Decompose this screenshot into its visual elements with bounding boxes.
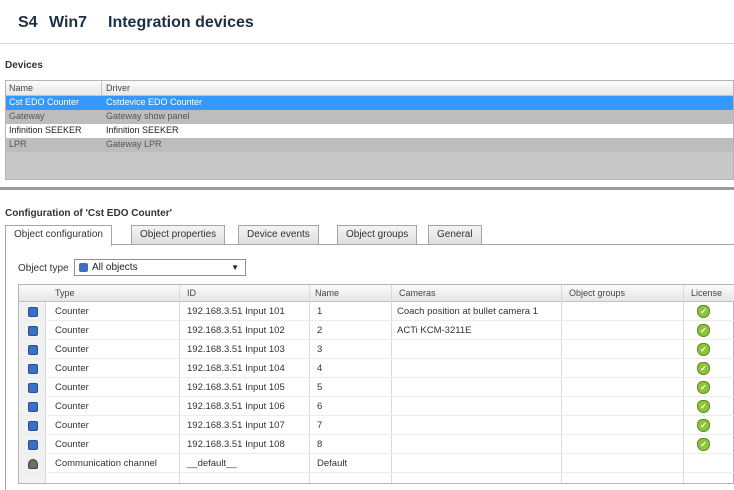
object-type: Counter — [55, 382, 89, 393]
chevron-down-icon[interactable]: ▼ — [231, 263, 239, 272]
object-id: 192.168.3.51 Input 104 — [187, 363, 285, 374]
object-name: 5 — [317, 382, 323, 393]
license-shield-icon: ✓ — [697, 400, 710, 413]
license-shield-icon: ✓ — [697, 381, 710, 394]
object-type: Counter — [55, 420, 89, 431]
table-row[interactable]: Counter 192.168.3.51 Input 106 6 ✓ — [19, 398, 734, 416]
tab-object-properties[interactable]: Object properties — [131, 225, 226, 245]
object-type: Counter — [55, 439, 89, 450]
device-name: Cst EDO Counter — [9, 97, 80, 107]
object-id: 192.168.3.51 Input 103 — [187, 344, 285, 355]
tab-general[interactable]: General — [428, 225, 482, 245]
object-type: Counter — [55, 401, 89, 412]
column-separator — [101, 81, 102, 96]
object-name: 8 — [317, 439, 323, 450]
license-shield-icon: ✓ — [697, 324, 710, 337]
column-header-id[interactable]: ID — [187, 288, 196, 298]
counter-icon — [28, 421, 38, 431]
table-row[interactable]: Counter 192.168.3.51 Input 107 7 ✓ — [19, 417, 734, 435]
object-id: __default__ — [187, 458, 237, 469]
configuration-section-label: Configuration of 'Cst EDO Counter' — [5, 208, 172, 219]
table-row[interactable]: Counter 192.168.3.51 Input 103 3 ✓ — [19, 341, 734, 359]
object-type-value: All objects — [92, 262, 138, 273]
object-name: 4 — [317, 363, 323, 374]
column-header-object-groups[interactable]: Object groups — [569, 288, 625, 298]
pane-splitter[interactable] — [0, 187, 734, 190]
device-driver: Cstdevice EDO Counter — [106, 97, 203, 107]
device-driver: Infinition SEEKER — [106, 125, 179, 135]
object-id: 192.168.3.51 Input 101 — [187, 306, 285, 317]
object-type-select[interactable]: All objects ▼ — [74, 259, 246, 276]
tab-object-configuration[interactable]: Object configuration — [5, 225, 112, 246]
server-prefix: S4 — [18, 14, 38, 31]
license-shield-icon: ✓ — [697, 419, 710, 432]
object-name: 3 — [317, 344, 323, 355]
column-header-name[interactable]: Name — [9, 83, 33, 93]
object-id: 192.168.3.51 Input 106 — [187, 401, 285, 412]
device-row[interactable]: Infinition SEEKER Infinition SEEKER — [6, 124, 733, 138]
object-type: Counter — [55, 325, 89, 336]
object-name: 2 — [317, 325, 323, 336]
license-shield-icon: ✓ — [697, 438, 710, 451]
host-name: Win7 — [49, 14, 88, 31]
object-name: 7 — [317, 420, 323, 431]
device-row[interactable]: Cst EDO Counter Cstdevice EDO Counter — [6, 96, 733, 110]
license-shield-icon: ✓ — [697, 362, 710, 375]
objects-grid-header: Type ID Name Cameras Object groups Licen… — [19, 285, 734, 302]
device-name: Gateway — [9, 111, 45, 121]
object-cameras: ACTi KCM-3211E — [397, 325, 472, 336]
tab-device-events[interactable]: Device events — [238, 225, 319, 245]
object-type: Counter — [55, 344, 89, 355]
column-header-driver[interactable]: Driver — [106, 83, 130, 93]
column-header-type[interactable]: Type — [55, 288, 75, 298]
devices-grid-header: Name Driver — [6, 81, 733, 96]
table-row[interactable]: Communication channel __default__ Defaul… — [19, 455, 734, 473]
device-name: Infinition SEEKER — [9, 125, 82, 135]
object-id: 192.168.3.51 Input 105 — [187, 382, 285, 393]
license-shield-icon: ✓ — [697, 343, 710, 356]
counter-icon — [28, 383, 38, 393]
column-header-name[interactable]: Name — [315, 288, 339, 298]
table-row[interactable]: Counter 192.168.3.51 Input 101 1 Coach p… — [19, 303, 734, 321]
object-id: 192.168.3.51 Input 108 — [187, 439, 285, 450]
object-type-label: Object type — [18, 263, 69, 274]
tab-object-groups[interactable]: Object groups — [337, 225, 418, 245]
device-driver: Gateway show panel — [106, 111, 190, 121]
device-row[interactable]: LPR Gateway LPR — [6, 138, 733, 152]
plug-icon — [28, 459, 38, 469]
object-type: Counter — [55, 363, 89, 374]
object-name: 1 — [317, 306, 323, 317]
device-row[interactable]: Gateway Gateway show panel — [6, 110, 733, 124]
table-row[interactable]: Counter 192.168.3.51 Input 108 8 ✓ — [19, 436, 734, 454]
column-header-license[interactable]: License — [691, 288, 722, 298]
table-row[interactable]: Counter 192.168.3.51 Input 104 4 ✓ — [19, 360, 734, 378]
column-header-cameras[interactable]: Cameras — [399, 288, 436, 298]
devices-section-label: Devices — [5, 60, 43, 71]
counter-icon — [28, 307, 38, 317]
objects-grid: Type ID Name Cameras Object groups Licen… — [18, 284, 734, 484]
object-cameras: Coach position at bullet camera 1 — [397, 306, 538, 317]
counter-icon — [28, 402, 38, 412]
counter-icon — [28, 345, 38, 355]
object-name: 6 — [317, 401, 323, 412]
devices-grid: Name Driver Cst EDO Counter Cstdevice ED… — [5, 80, 734, 180]
table-row[interactable]: Counter 192.168.3.51 Input 105 5 ✓ — [19, 379, 734, 397]
title-bar: S4 Win7 Integration devices — [0, 0, 734, 44]
object-id: 192.168.3.51 Input 102 — [187, 325, 285, 336]
object-type: Communication channel — [55, 458, 157, 469]
license-shield-icon: ✓ — [697, 305, 710, 318]
counter-icon — [28, 364, 38, 374]
page-title: Integration devices — [108, 14, 254, 31]
device-driver: Gateway LPR — [106, 139, 162, 149]
counter-icon — [28, 326, 38, 336]
device-name: LPR — [9, 139, 27, 149]
object-id: 192.168.3.51 Input 107 — [187, 420, 285, 431]
counter-icon — [28, 440, 38, 450]
all-objects-icon — [79, 263, 88, 272]
object-type: Counter — [55, 306, 89, 317]
table-row[interactable]: Counter 192.168.3.51 Input 102 2 ACTi KC… — [19, 322, 734, 340]
object-name: Default — [317, 458, 348, 469]
